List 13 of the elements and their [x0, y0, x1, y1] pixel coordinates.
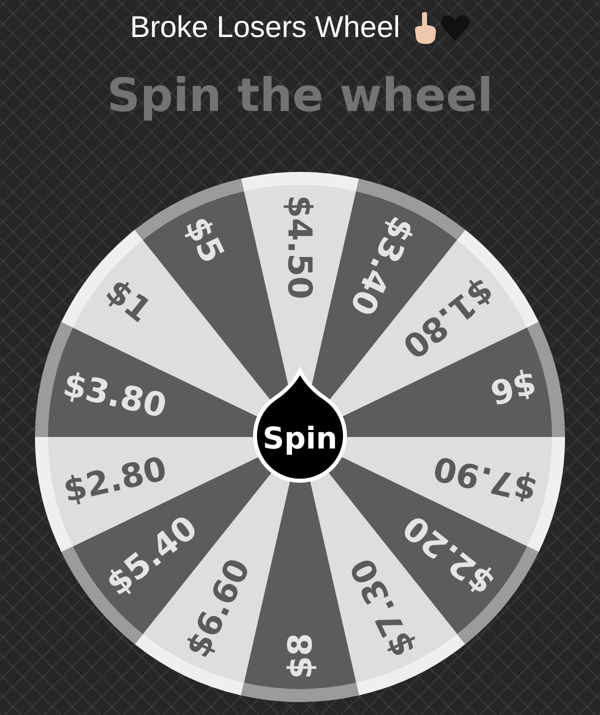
prize-label: $4.50 — [280, 195, 320, 300]
app-title: Broke Losers Wheel — [130, 10, 400, 46]
hand-icon — [412, 11, 438, 45]
prize-label: $2.80 — [60, 448, 170, 510]
prize-label: $5 — [177, 210, 232, 269]
prize-label: $1 — [98, 270, 159, 330]
spin-button[interactable]: Spin — [253, 369, 347, 483]
prize-label: $7.90 — [430, 448, 540, 510]
prize-label: $8 — [280, 633, 320, 679]
heart-icon — [440, 14, 470, 42]
prize-label: $6 — [486, 364, 540, 412]
prize-label: $3.80 — [60, 364, 170, 426]
heading: Spin the wheel — [107, 67, 493, 124]
